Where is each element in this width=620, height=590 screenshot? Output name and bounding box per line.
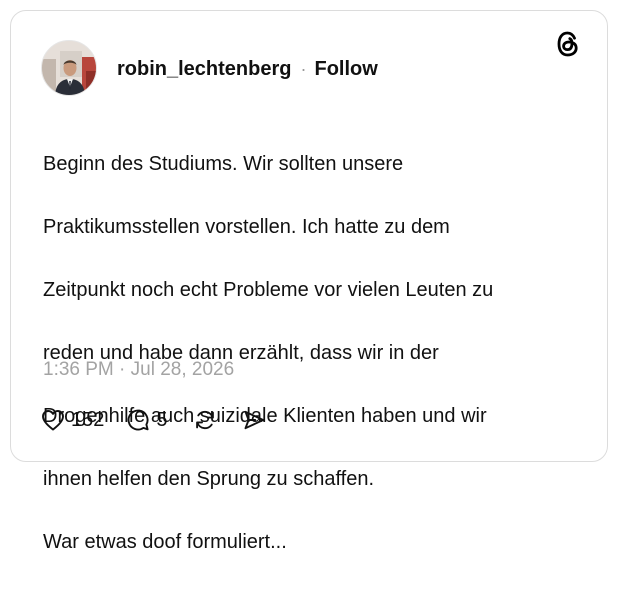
share-button[interactable] [242, 408, 266, 432]
threads-logo-icon[interactable] [555, 30, 581, 58]
post-body: Beginn des Studiums. Wir sollten unsere … [43, 117, 583, 590]
avatar-image [42, 41, 96, 95]
avatar[interactable] [41, 40, 97, 96]
heart-icon [41, 409, 65, 431]
post-card: robin_lechtenberg · Follow Beginn des St… [10, 10, 608, 553]
post-body-line: Praktikumsstellen vorstellen. Ich hatte … [43, 215, 450, 238]
repost-button[interactable] [193, 408, 217, 432]
repost-icon [193, 408, 217, 432]
post-body-line: Zeitpunkt noch echt Probleme vor vielen … [43, 278, 494, 301]
post-body-line: War etwas doof formuliert... [43, 530, 287, 553]
reply-button[interactable]: 5 [126, 408, 168, 432]
username-link[interactable]: robin_lechtenberg [117, 58, 291, 81]
like-button[interactable]: 152 [41, 409, 104, 432]
post-body-line: Beginn des Studiums. Wir sollten unsere [43, 152, 404, 175]
follow-button[interactable]: Follow [314, 58, 377, 81]
speech-bubble-icon [126, 408, 150, 432]
post-body-line: ihnen helfen den Sprung zu schaffen. [43, 467, 374, 490]
reply-count: 5 [156, 408, 168, 431]
post-timestamp[interactable]: 1:36 PM · Jul 28, 2026 [43, 359, 234, 381]
send-icon [242, 408, 266, 432]
header-separator: · [300, 58, 307, 79]
like-count: 152 [71, 408, 105, 431]
action-bar: 152 5 [41, 407, 266, 433]
post-header: robin_lechtenberg · Follow [117, 56, 378, 82]
